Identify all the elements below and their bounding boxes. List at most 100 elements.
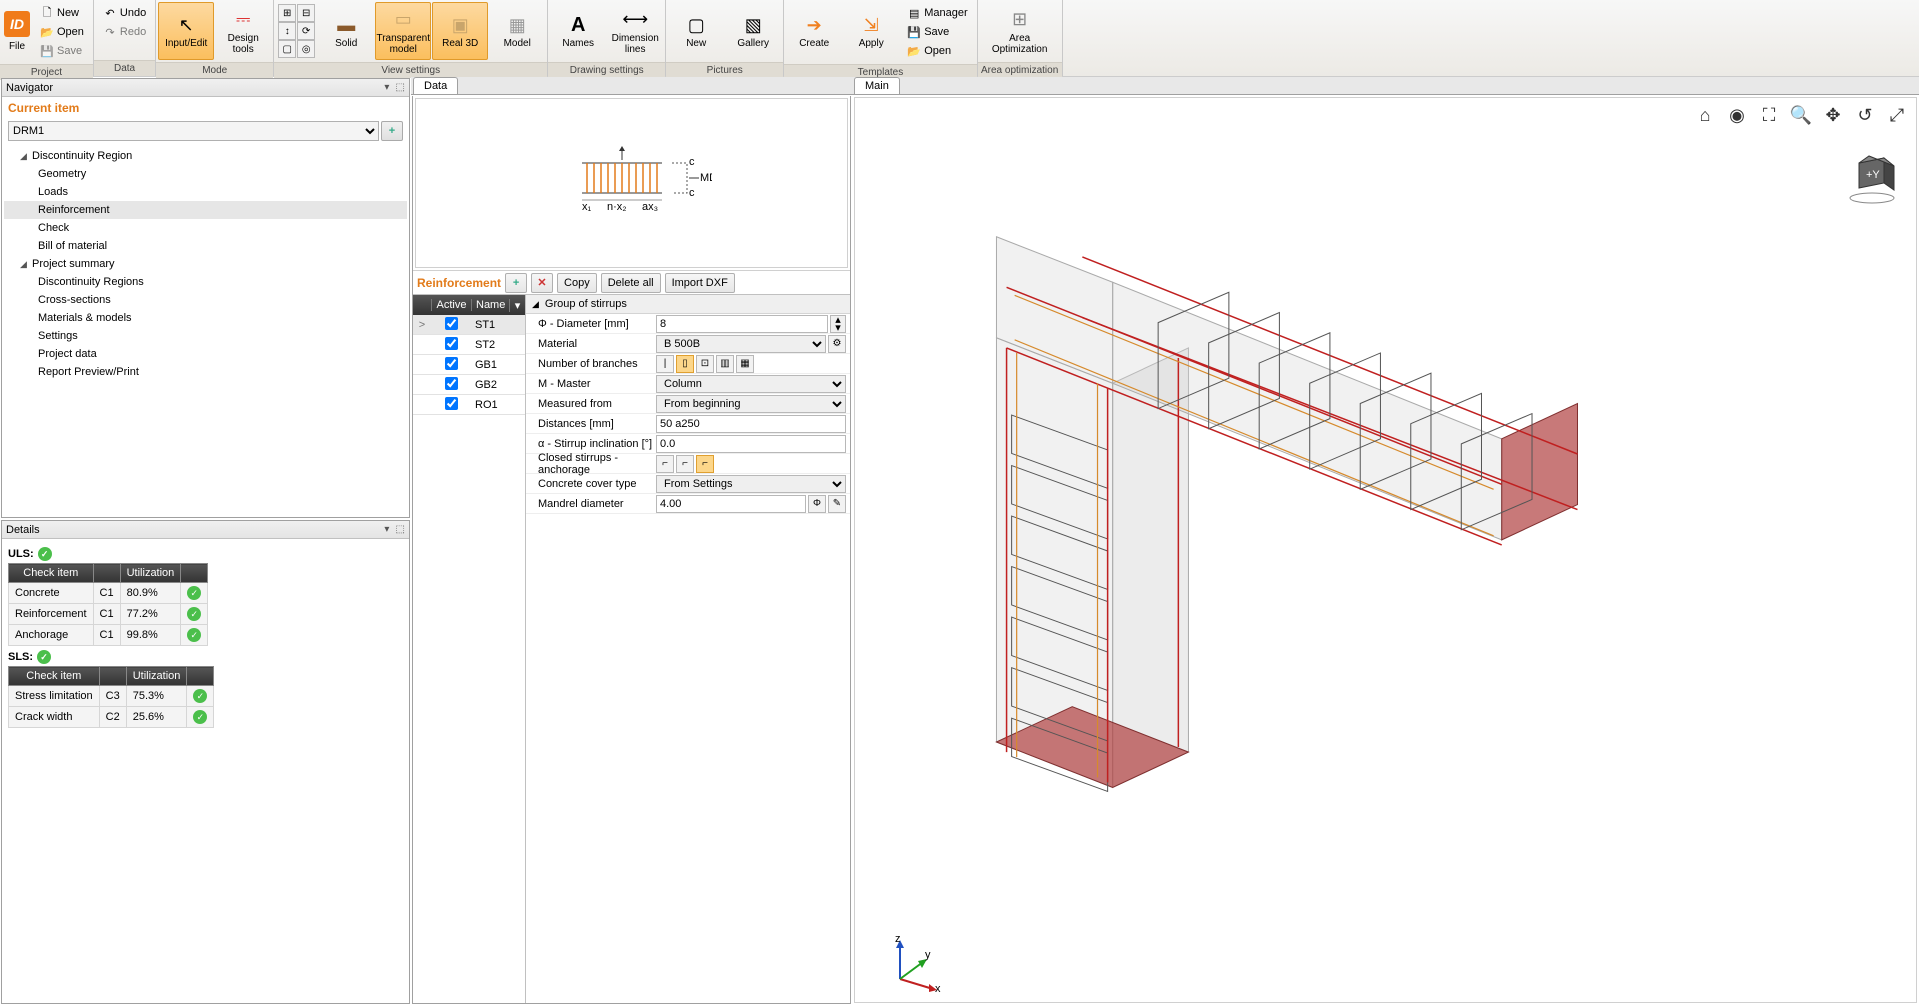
list-item[interactable]: ST2: [413, 335, 525, 355]
vs-icon-1[interactable]: ⊞: [278, 4, 296, 22]
branch-1[interactable]: |: [656, 355, 674, 373]
cover-select[interactable]: From Settings: [656, 475, 846, 493]
save-template-button[interactable]: 💾Save: [902, 23, 972, 41]
distances-input[interactable]: [656, 415, 846, 433]
pin-icon[interactable]: ⬚: [396, 82, 405, 93]
new-button[interactable]: 🗋New: [35, 4, 89, 22]
check-ok-icon: ✓: [187, 586, 201, 600]
material-select[interactable]: B 500B: [656, 335, 826, 353]
material-edit-button[interactable]: ⚙: [828, 335, 846, 353]
active-checkbox[interactable]: [445, 337, 458, 350]
apply-template-button[interactable]: ⇲Apply: [843, 2, 899, 60]
delete-reinforcement-button[interactable]: ✕: [531, 273, 553, 293]
mandrel-input[interactable]: [656, 495, 806, 513]
redo-button[interactable]: ↷Redo: [98, 23, 151, 41]
tree-item[interactable]: Check: [4, 219, 407, 237]
gallery-icon: ▧: [741, 13, 765, 37]
tree-item[interactable]: Loads: [4, 183, 407, 201]
anchorage-c[interactable]: ⌐: [696, 455, 714, 473]
gallery-button[interactable]: ▧Gallery: [725, 2, 781, 60]
table-row: Stress limitationC375.3%✓: [9, 686, 214, 707]
vs-icon-2[interactable]: ⊟: [297, 4, 315, 22]
tree-item[interactable]: Discontinuity Regions: [4, 273, 407, 291]
solid-icon: ▬: [334, 13, 358, 37]
tree-item[interactable]: Cross-sections: [4, 291, 407, 309]
input-edit-button[interactable]: ↖Input/Edit: [158, 2, 214, 60]
new-picture-button[interactable]: ▢New: [668, 2, 724, 60]
check-ok-icon: ✓: [193, 710, 207, 724]
tree-group[interactable]: ◢Discontinuity Region: [4, 147, 407, 165]
solid-button[interactable]: ▬Solid: [318, 2, 374, 60]
tab-data[interactable]: Data: [413, 77, 458, 94]
undo-icon: ↶: [103, 6, 117, 20]
add-item-button[interactable]: +: [381, 121, 403, 141]
design-tools-button[interactable]: ⎓Design tools: [215, 2, 271, 60]
diameter-input[interactable]: [656, 315, 828, 333]
dropdown-icon[interactable]: ▾: [384, 524, 389, 535]
pin-icon[interactable]: ⬚: [396, 524, 405, 535]
viewport-3d[interactable]: ⌂ ◉ ⛶ 🔍 ✥ ↺ ⤢ +Y: [854, 97, 1917, 1003]
tree-item[interactable]: Project data: [4, 345, 407, 363]
area-optimization-button[interactable]: ⊞Area Optimization: [980, 2, 1060, 60]
list-item[interactable]: GB1: [413, 355, 525, 375]
svg-text:c: c: [689, 156, 695, 168]
real-3d-button[interactable]: ▣Real 3D: [432, 2, 488, 60]
tree-item[interactable]: Materials & models: [4, 309, 407, 327]
list-item[interactable]: RO1: [413, 395, 525, 415]
delete-all-button[interactable]: Delete all: [601, 273, 661, 293]
filter-icon[interactable]: ▾: [509, 299, 525, 312]
branch-2[interactable]: ▯: [676, 355, 694, 373]
branch-5[interactable]: ▦: [736, 355, 754, 373]
add-reinforcement-button[interactable]: +: [505, 273, 527, 293]
tab-main[interactable]: Main: [854, 77, 900, 94]
vs-icon-3[interactable]: ↕: [278, 22, 296, 40]
current-item-dropdown[interactable]: DRM1: [8, 121, 379, 141]
spinner[interactable]: ▴▾: [830, 315, 846, 333]
import-dxf-button[interactable]: Import DXF: [665, 273, 735, 293]
active-checkbox[interactable]: [445, 377, 458, 390]
transparent-model-button[interactable]: ▭Transparent model: [375, 2, 431, 60]
tree-item[interactable]: Bill of material: [4, 237, 407, 255]
collapse-icon[interactable]: ◢: [532, 299, 539, 310]
create-template-button[interactable]: ➔Create: [786, 2, 842, 60]
mandrel-opt-button[interactable]: Φ: [808, 495, 826, 513]
vs-icon-6[interactable]: ◎: [297, 40, 315, 58]
undo-button[interactable]: ↶Undo: [98, 4, 151, 22]
list-item[interactable]: GB2: [413, 375, 525, 395]
active-checkbox[interactable]: [445, 357, 458, 370]
vs-icon-4[interactable]: ⟳: [297, 22, 315, 40]
branch-3[interactable]: ⊡: [696, 355, 714, 373]
inclination-input[interactable]: [656, 435, 846, 453]
manager-button[interactable]: ▤Manager: [902, 4, 972, 22]
current-item-label: Current item: [2, 97, 409, 119]
dropdown-icon[interactable]: ▾: [384, 82, 389, 93]
active-checkbox[interactable]: [445, 317, 458, 330]
tree-item[interactable]: Geometry: [4, 165, 407, 183]
ribbon-group-mode: Mode: [156, 62, 273, 78]
coordinate-axes: z x y: [885, 934, 945, 994]
names-button[interactable]: ANames: [550, 2, 606, 60]
file-button[interactable]: File: [9, 41, 25, 52]
tree-item[interactable]: Settings: [4, 327, 407, 345]
table-row: ConcreteC180.9%✓: [9, 583, 208, 604]
dimension-lines-button[interactable]: ⟷Dimension lines: [607, 2, 663, 60]
tree-group[interactable]: ◢Project summary: [4, 255, 407, 273]
reinforcement-sketch: MD c c x₁ n·x₂ ax₃: [415, 98, 848, 268]
active-checkbox[interactable]: [445, 397, 458, 410]
table-row: AnchorageC199.8%✓: [9, 625, 208, 646]
copy-button[interactable]: Copy: [557, 273, 597, 293]
model-button[interactable]: ▦Model: [489, 2, 545, 60]
list-item[interactable]: >ST1: [413, 315, 525, 335]
tree-item[interactable]: Reinforcement: [4, 201, 407, 219]
measured-select[interactable]: From beginning: [656, 395, 846, 413]
vs-icon-5[interactable]: ▢: [278, 40, 296, 58]
open-template-button[interactable]: 📂Open: [902, 42, 972, 60]
master-select[interactable]: Column: [656, 375, 846, 393]
tree-item[interactable]: Report Preview/Print: [4, 363, 407, 381]
open-button[interactable]: 📂Open: [35, 23, 89, 41]
branch-4[interactable]: ▥: [716, 355, 734, 373]
save-button[interactable]: 💾Save: [35, 42, 89, 60]
mandrel-edit-button[interactable]: ✎: [828, 495, 846, 513]
anchorage-b[interactable]: ⌐: [676, 455, 694, 473]
anchorage-a[interactable]: ⌐: [656, 455, 674, 473]
